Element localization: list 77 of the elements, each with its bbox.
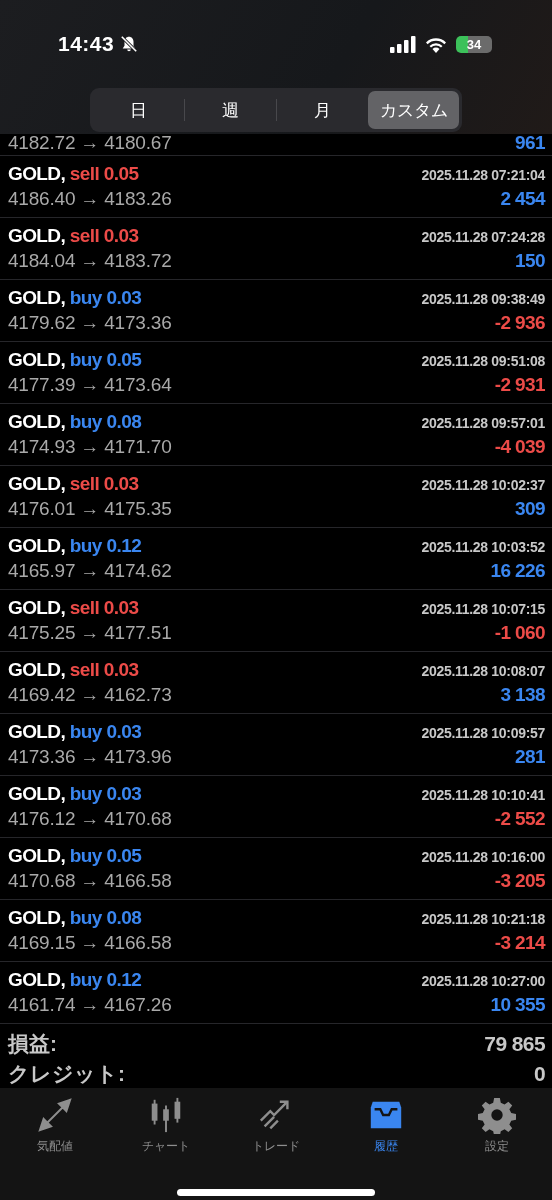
signal-icon xyxy=(390,35,416,53)
price-range: 4177.39 → 4173.64 xyxy=(8,374,172,397)
price-range: 4161.74 → 4167.26 xyxy=(8,994,172,1017)
period-tab[interactable]: 週 xyxy=(185,91,276,129)
tab-bar-item[interactable]: 設定 xyxy=(441,1096,552,1156)
deal-symbol: GOLD, sell 0.03 xyxy=(8,225,139,248)
profit-value: 16 226 xyxy=(490,560,545,583)
deal-time: 2025.11.28 10:08:07 xyxy=(421,663,545,680)
price-range: 4176.01 → 4175.35 xyxy=(8,498,172,521)
double-arrow-icon xyxy=(36,1096,75,1135)
deal-time: 2025.11.28 07:24:28 xyxy=(421,229,545,246)
deal-symbol: GOLD, buy 0.08 xyxy=(8,907,142,930)
deal-symbol: GOLD, buy 0.03 xyxy=(8,287,142,310)
deal-symbol: GOLD, sell 0.03 xyxy=(8,659,139,682)
price-range: 4169.15 → 4166.58 xyxy=(8,932,172,955)
profit-value: 150 xyxy=(515,250,545,273)
deal-symbol: GOLD, buy 0.03 xyxy=(8,783,142,806)
deal-time: 2025.11.28 07:21:04 xyxy=(421,167,545,184)
period-tab[interactable]: 月 xyxy=(277,91,368,129)
deal-symbol: GOLD, buy 0.08 xyxy=(8,411,142,434)
price-range: 4184.04 → 4183.72 xyxy=(8,250,172,273)
profit-value: -2 936 xyxy=(494,312,545,335)
summary-label: 損益: xyxy=(8,1031,57,1058)
price-range: 4174.93 → 4171.70 xyxy=(8,436,172,459)
price-range: 4182.72 → 4180.67 xyxy=(8,132,172,155)
deal-time: 2025.11.28 10:16:00 xyxy=(421,849,545,866)
profit-value: -4 039 xyxy=(494,436,545,459)
price-range: 4176.12 → 4170.68 xyxy=(8,808,172,831)
deal-time: 2025.11.28 10:10:41 xyxy=(421,787,545,804)
price-range: 4175.25 → 4177.51 xyxy=(8,622,172,645)
profit-value: -3 205 xyxy=(494,870,545,893)
deal-symbol: GOLD, sell 0.03 xyxy=(8,473,139,496)
price-range: 4170.68 → 4166.58 xyxy=(8,870,172,893)
profit-value: 281 xyxy=(515,746,545,769)
deal-time: 2025.11.28 10:02:37 xyxy=(421,477,545,494)
summary-value: 79 865 xyxy=(484,1032,545,1057)
deal-time: 2025.11.28 10:03:52 xyxy=(421,539,545,556)
deal-symbol: GOLD, buy 0.05 xyxy=(8,349,142,372)
tab-bar-item[interactable]: 履歴 xyxy=(331,1096,442,1156)
profit-value: 309 xyxy=(515,498,545,521)
deal-time: 2025.11.28 10:21:18 xyxy=(421,911,545,928)
deal-symbol: GOLD, sell 0.03 xyxy=(8,597,139,620)
price-range: 4186.40 → 4183.26 xyxy=(8,188,172,211)
deal-time: 2025.11.28 10:09:57 xyxy=(421,725,545,742)
profit-value: -2 552 xyxy=(494,808,545,831)
profit-value: -2 931 xyxy=(494,374,545,397)
wifi-icon xyxy=(424,35,448,53)
deal-time: 2025.11.28 09:51:08 xyxy=(421,353,545,370)
deal-time: 2025.11.28 10:07:15 xyxy=(421,601,545,618)
tab-bar-item[interactable]: トレード xyxy=(220,1096,332,1156)
period-tab[interactable]: 日 xyxy=(93,91,184,129)
bell-muted-icon xyxy=(120,35,139,53)
profit-value: 2 454 xyxy=(500,188,545,211)
deal-symbol: GOLD, buy 0.05 xyxy=(8,845,142,868)
price-range: 4165.97 → 4174.62 xyxy=(8,560,172,583)
profit-value: 961 xyxy=(515,132,545,155)
summary-label: クレジット: xyxy=(8,1061,125,1088)
profit-value: 3 138 xyxy=(500,684,545,707)
deal-time: 2025.11.28 09:38:49 xyxy=(421,291,545,308)
price-range: 4179.62 → 4173.36 xyxy=(8,312,172,335)
deal-time: 2025.11.28 09:57:01 xyxy=(421,415,545,432)
deal-time: 2025.11.28 10:27:00 xyxy=(421,973,545,990)
profit-value: 10 355 xyxy=(490,994,545,1017)
deal-symbol: GOLD, buy 0.12 xyxy=(8,535,142,558)
price-range: 4173.36 → 4173.96 xyxy=(8,746,172,769)
price-range: 4169.42 → 4162.73 xyxy=(8,684,172,707)
settings-icon xyxy=(477,1096,516,1135)
clock-time: 14:43 xyxy=(58,32,115,56)
profit-value: -1 060 xyxy=(494,622,545,645)
profit-value: -3 214 xyxy=(494,932,545,955)
tab-bar-item[interactable]: チャート xyxy=(110,1096,221,1156)
period-tab[interactable]: カスタム xyxy=(368,91,459,129)
summary-value: 0 xyxy=(533,1062,545,1087)
deal-symbol: GOLD, sell 0.05 xyxy=(8,163,139,186)
tab-bar-item[interactable]: 気配値 xyxy=(0,1096,111,1156)
deal-symbol: GOLD, buy 0.12 xyxy=(8,969,142,992)
deal-symbol: GOLD, buy 0.03 xyxy=(8,721,142,744)
